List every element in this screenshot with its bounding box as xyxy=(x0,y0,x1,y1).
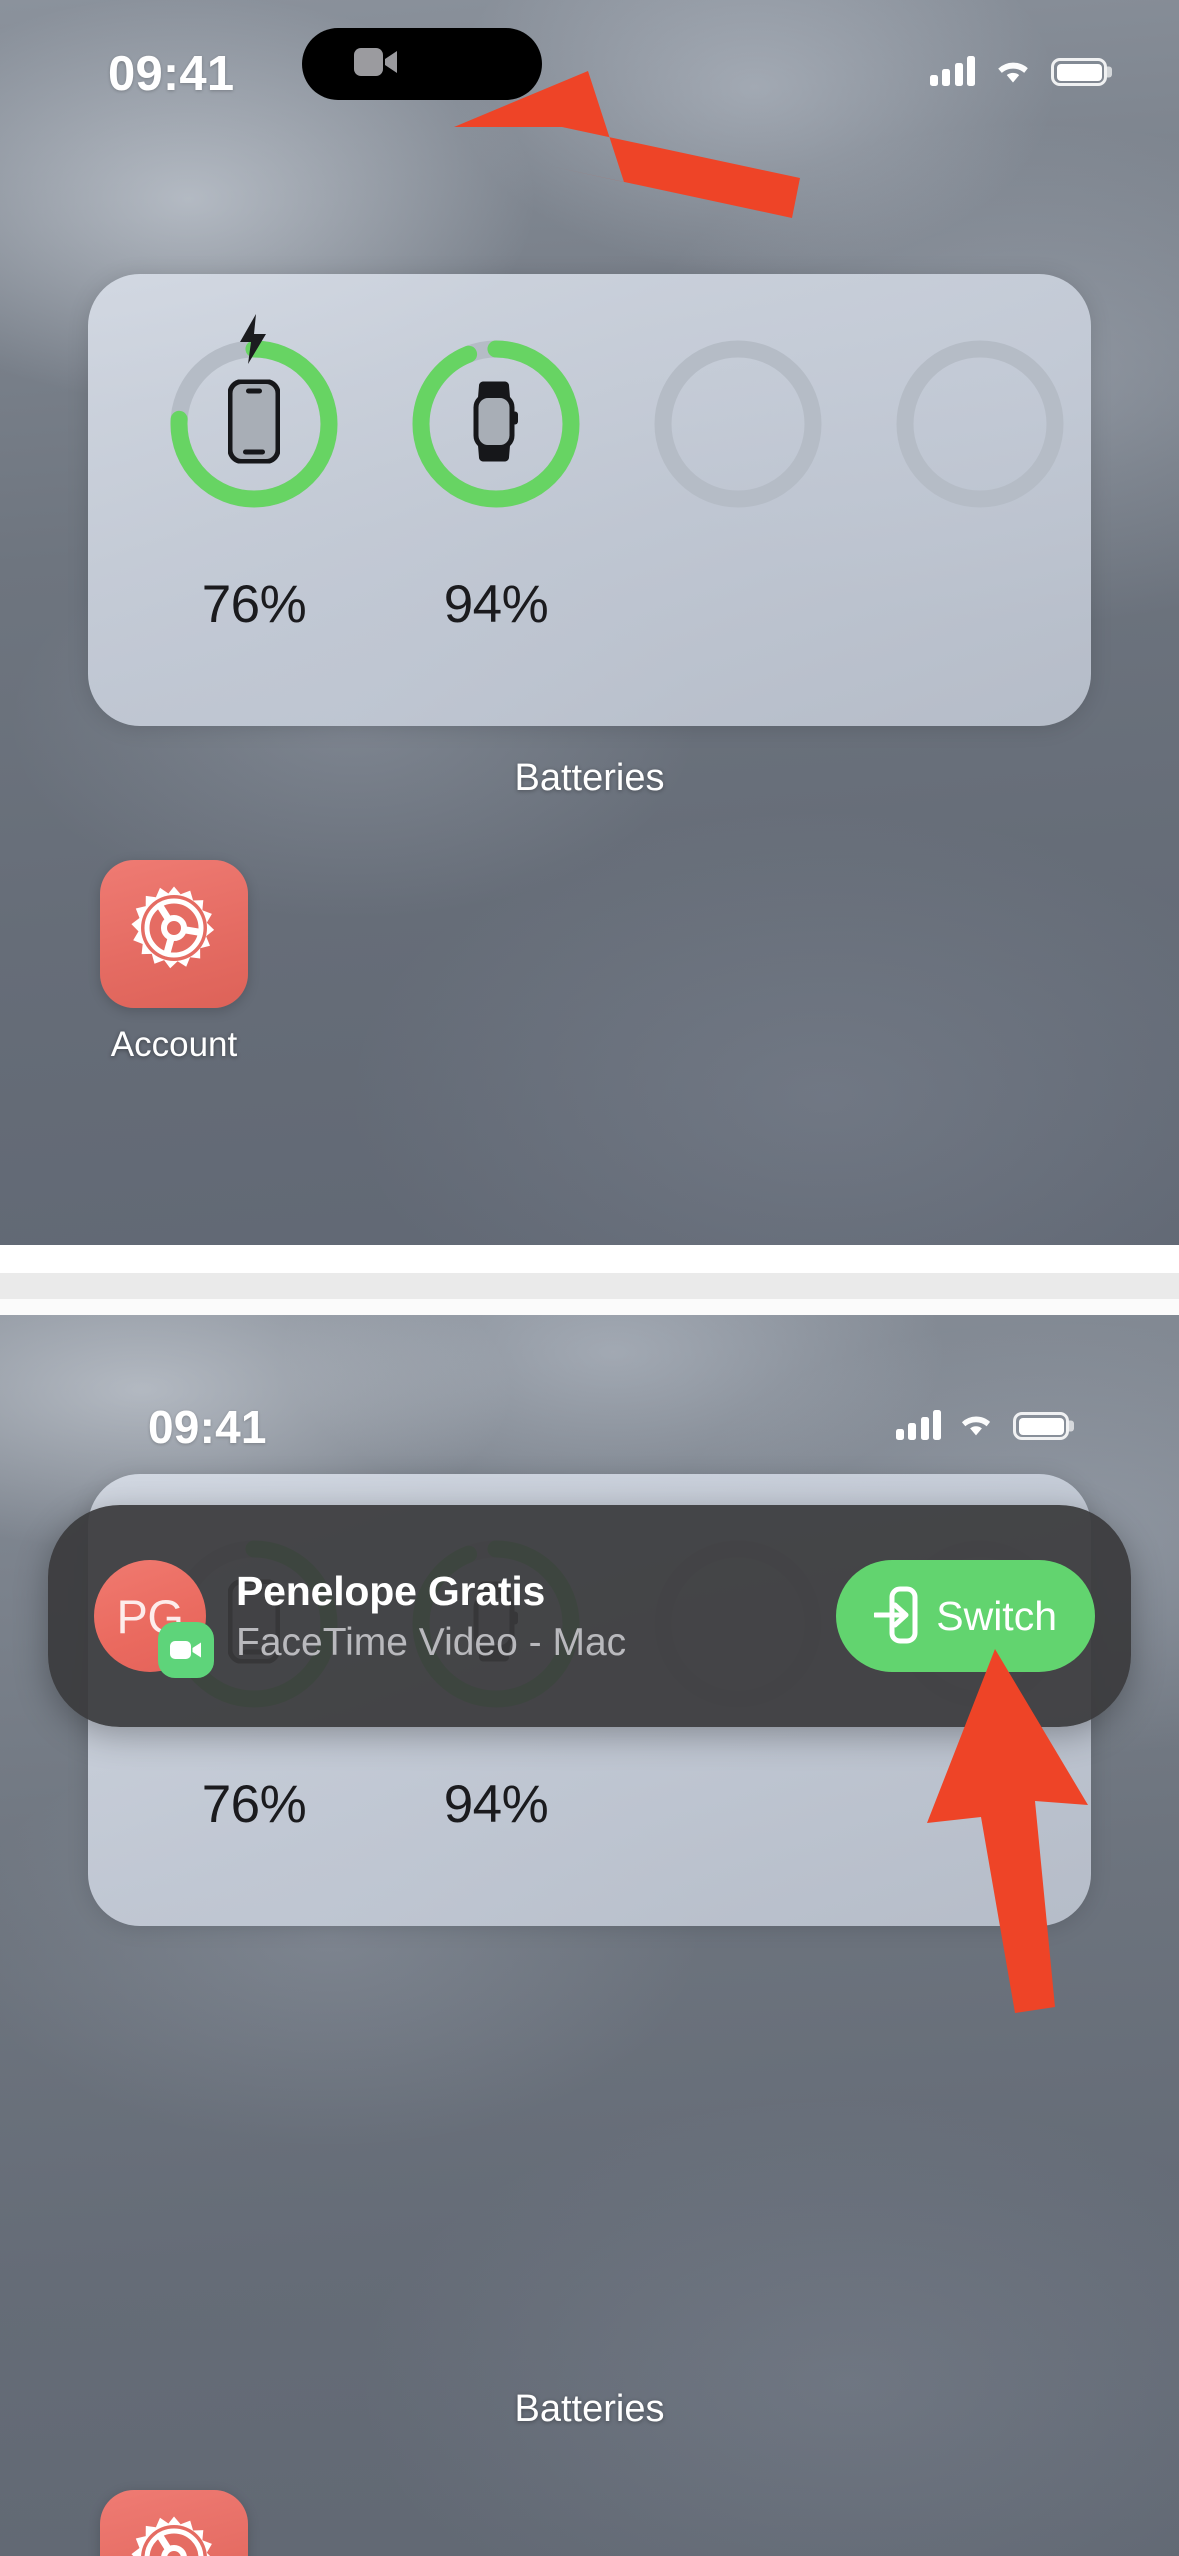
gear-icon xyxy=(122,2510,226,2556)
battery-ring-empty-4 xyxy=(892,336,1068,512)
app-label-account: Account xyxy=(110,1025,238,1064)
battery-percent-empty-4 xyxy=(892,574,1068,635)
notification-text: Penelope Gratis FaceTime Video - Mac xyxy=(236,1568,836,1665)
battery-ring-iphone xyxy=(166,314,342,512)
iphone-icon xyxy=(227,379,281,469)
battery-ring-watch xyxy=(408,336,584,512)
battery-percent-iphone: 76% xyxy=(201,575,307,634)
gear-icon xyxy=(122,880,226,989)
battery-percent-row: 76% 94% xyxy=(166,574,1068,635)
charging-bolt-icon xyxy=(234,312,272,371)
avatar: PG xyxy=(94,1560,214,1678)
battery-ring-empty-3 xyxy=(650,336,826,512)
battery-percent-empty-3 xyxy=(650,1774,826,1835)
notification-title: Penelope Gratis xyxy=(236,1567,546,1614)
phone-screenshot-bottom: 09:41 76% 94% Batteries PG Penelope Grat… xyxy=(0,1315,1179,2556)
status-bar-top: 09:41 xyxy=(0,0,1179,112)
batteries-widget[interactable]: 76% 94% xyxy=(88,274,1091,726)
status-indicators xyxy=(895,1410,1069,1440)
battery-rings-row xyxy=(166,314,1068,512)
facetime-notification-banner[interactable]: PG Penelope Gratis FaceTime Video - Mac xyxy=(48,1505,1131,1727)
separator-white-bottom xyxy=(0,1299,1179,1315)
status-bar-bottom: 09:41 xyxy=(0,1315,1179,1453)
video-camera-icon xyxy=(354,46,398,83)
apple-watch-icon xyxy=(469,380,523,469)
battery-full-icon xyxy=(1051,58,1107,86)
wifi-icon xyxy=(993,56,1033,86)
app-icon-account[interactable]: Account xyxy=(100,2490,248,2556)
account-tile[interactable] xyxy=(100,2490,248,2556)
wifi-icon xyxy=(957,1410,997,1440)
battery-percent-iphone: 76% xyxy=(201,1775,307,1834)
facetime-video-icon xyxy=(158,1622,214,1678)
app-icon-account[interactable]: Account xyxy=(100,860,248,1065)
battery-full-icon xyxy=(1013,1412,1069,1440)
status-indicators xyxy=(929,56,1107,86)
battery-percent-watch: 94% xyxy=(443,1775,549,1834)
dynamic-island[interactable] xyxy=(302,28,542,100)
battery-percent-row: 76% 94% xyxy=(166,1774,1068,1835)
notification-subtitle: FaceTime Video - Mac xyxy=(236,1620,627,1664)
cellular-bars-icon xyxy=(929,56,975,86)
battery-percent-watch: 94% xyxy=(443,575,549,634)
status-clock: 09:41 xyxy=(148,1401,267,1453)
widget-title-batteries: Batteries xyxy=(514,757,665,799)
separator-grey xyxy=(0,1273,1179,1299)
battery-percent-empty-3 xyxy=(650,574,826,635)
account-tile[interactable] xyxy=(100,860,248,1008)
switch-to-device-icon xyxy=(872,1586,918,1647)
phone-screenshot-top: 09:41 76% 94% Batteries Account xyxy=(0,0,1179,1245)
cellular-bars-icon xyxy=(895,1410,941,1440)
separator-white-top xyxy=(0,1245,1179,1273)
status-clock: 09:41 xyxy=(108,47,235,101)
widget-title-batteries: Batteries xyxy=(514,2388,665,2430)
switch-button-label: Switch xyxy=(936,1592,1057,1639)
screenshot-page: 09:41 76% 94% Batteries Account 09:41 76… xyxy=(0,0,1179,2556)
battery-percent-empty-4 xyxy=(892,1774,1068,1835)
switch-button[interactable]: Switch xyxy=(836,1560,1095,1672)
